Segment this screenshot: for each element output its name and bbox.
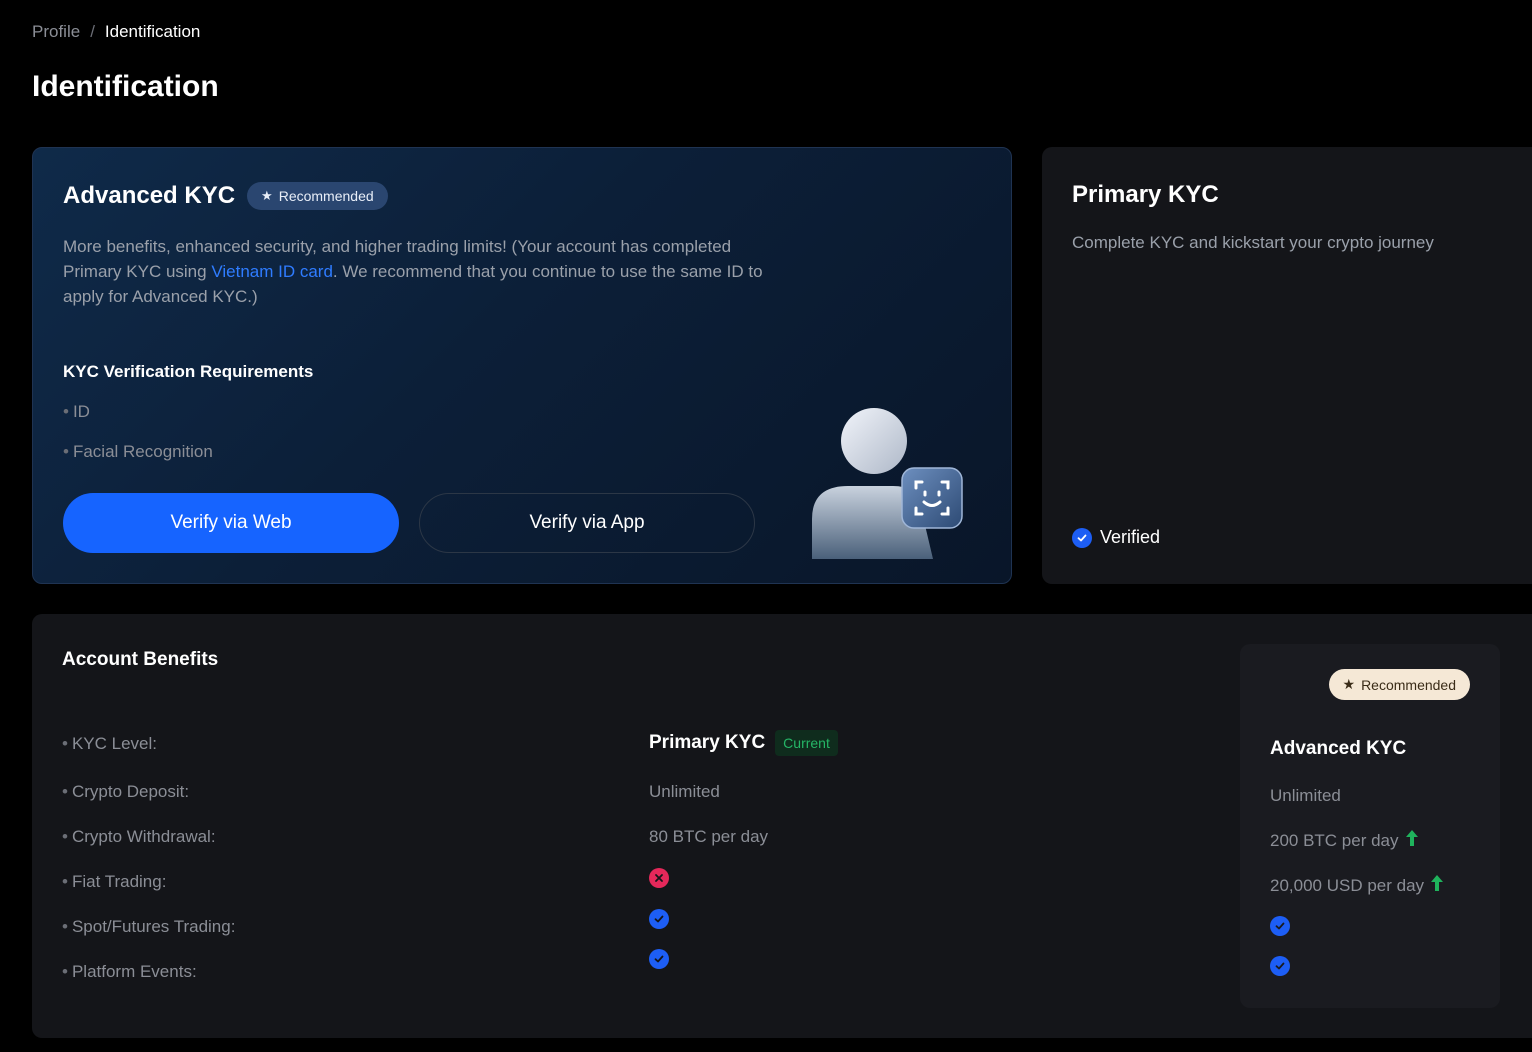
benefit-label: Fiat Trading: <box>62 872 167 892</box>
star-icon: ★ <box>261 188 273 203</box>
benefit-row-crypto-deposit: Crypto Deposit: Unlimited <box>62 782 1212 812</box>
benefit-label: KYC Level: <box>62 734 157 754</box>
breadcrumb-current: Identification <box>104 22 201 41</box>
current-kyc-level-value: Primary KYC <box>649 732 766 753</box>
check-circle-icon <box>1270 956 1290 976</box>
benefit-row-spot-futures: Spot/Futures Trading: <box>62 909 1212 947</box>
benefit-row-kyc-level: KYC Level: Primary KYC Current <box>62 730 1212 764</box>
advanced-kyc-description: More benefits, enhanced security, and hi… <box>63 234 763 309</box>
verified-label: Verified <box>1100 527 1161 547</box>
advanced-kyc-title: Advanced KYC <box>63 182 236 209</box>
x-circle-icon <box>649 868 669 888</box>
arrow-up-icon <box>1430 874 1444 897</box>
current-badge: Current <box>775 730 838 756</box>
advanced-spot-futures <box>1270 916 1290 936</box>
advanced-platform-events <box>1270 956 1290 976</box>
current-platform-events <box>649 949 669 969</box>
vietnam-id-card-link[interactable]: Vietnam ID card <box>211 262 333 281</box>
requirement-item: Facial Recognition <box>63 440 213 480</box>
breadcrumb-profile-link[interactable]: Profile <box>32 22 80 42</box>
benefit-row-fiat-trading: Fiat Trading: <box>62 868 1212 902</box>
recommended-badge-label: Recommended <box>278 188 374 204</box>
advanced-kyc-benefits-panel: ★ Recommended Advanced KYC Unlimited 200… <box>1240 644 1500 1008</box>
account-benefits-card: Account Benefits KYC Level: Primary KYC … <box>32 614 1532 1038</box>
check-circle-icon <box>649 949 669 969</box>
advanced-crypto-deposit: Unlimited <box>1270 786 1341 805</box>
primary-kyc-card: Primary KYC Complete KYC and kickstart y… <box>1042 147 1532 584</box>
account-benefits-title: Account Benefits <box>62 649 219 670</box>
requirement-item: ID <box>63 400 213 440</box>
check-circle-icon <box>649 909 669 929</box>
recommended-badge-label: Recommended <box>1361 676 1456 693</box>
benefit-label: Spot/Futures Trading: <box>62 917 235 937</box>
advanced-crypto-withdrawal-value: 200 BTC per day <box>1270 830 1399 850</box>
advanced-kyc-header: Advanced KYC ★ Recommended <box>63 182 388 210</box>
check-circle-icon <box>1072 527 1092 548</box>
benefit-label: Crypto Withdrawal: <box>62 827 216 847</box>
breadcrumb: Profile / Identification <box>32 22 200 42</box>
primary-kyc-description: Complete KYC and kickstart your crypto j… <box>1072 233 1434 252</box>
arrow-up-icon <box>1405 829 1419 852</box>
verify-via-web-button[interactable]: Verify via Web <box>63 493 399 553</box>
advanced-kyc-panel-title: Advanced KYC <box>1270 738 1407 759</box>
current-fiat-trading <box>649 868 669 888</box>
requirements-title: KYC Verification Requirements <box>63 362 314 381</box>
benefit-row-crypto-withdrawal: Crypto Withdrawal: 80 BTC per day <box>62 827 1212 857</box>
current-spot-futures <box>649 909 669 929</box>
benefit-label: Platform Events: <box>62 962 197 982</box>
primary-kyc-title: Primary KYC <box>1072 181 1219 208</box>
page-title: Identification <box>32 70 219 103</box>
face-id-user-illustration <box>812 408 963 559</box>
star-icon: ★ <box>1342 676 1356 692</box>
recommended-badge: ★ Recommended <box>247 182 388 210</box>
advanced-kyc-card: Advanced KYC ★ Recommended More benefits… <box>32 147 1012 584</box>
current-crypto-deposit: Unlimited <box>649 782 720 801</box>
verify-via-app-button[interactable]: Verify via App <box>419 493 755 553</box>
advanced-fiat-trading-value: 20,000 USD per day <box>1270 875 1425 895</box>
check-circle-icon <box>1270 916 1290 936</box>
verified-status: Verified <box>1072 527 1160 548</box>
current-crypto-withdrawal: 80 BTC per day <box>649 827 769 846</box>
breadcrumb-separator: / <box>90 22 95 41</box>
benefit-row-platform-events: Platform Events: <box>62 949 1212 992</box>
current-kyc-level: Primary KYC Current <box>649 730 838 756</box>
recommended-badge: ★ Recommended <box>1328 669 1470 700</box>
advanced-fiat-trading: 20,000 USD per day <box>1270 874 1444 897</box>
benefit-label: Crypto Deposit: <box>62 782 189 802</box>
requirements-list: ID Facial Recognition <box>63 400 213 480</box>
advanced-crypto-withdrawal: 200 BTC per day <box>1270 829 1419 852</box>
